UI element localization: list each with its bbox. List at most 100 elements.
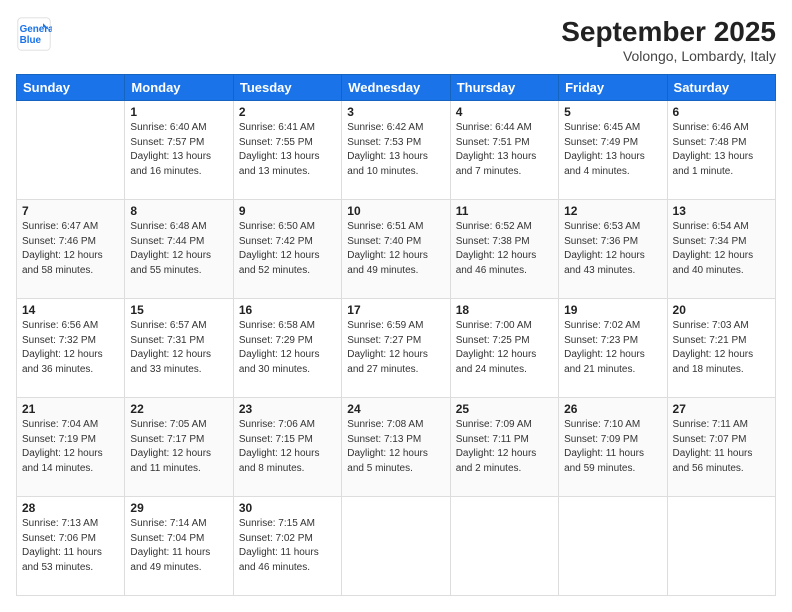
day-info: Sunrise: 6:56 AM Sunset: 7:32 PM Dayligh… — [22, 319, 119, 377]
day-number: 27 — [673, 402, 770, 416]
day-header-wednesday: Wednesday — [342, 75, 450, 101]
day-header-friday: Friday — [559, 75, 667, 101]
calendar-cell: 14 Sunrise: 6:56 AM Sunset: 7:32 PM Dayli… — [17, 299, 125, 398]
day-number: 14 — [22, 303, 119, 317]
calendar-cell: 21 Sunrise: 7:04 AM Sunset: 7:19 PM Dayli… — [17, 398, 125, 497]
calendar-cell: 13 Sunrise: 6:54 AM Sunset: 7:34 PM Dayli… — [667, 200, 775, 299]
calendar-week-1: 1Sunrise: 6:40 AM Sunset: 7:57 PM Daylig… — [17, 101, 776, 200]
day-info: Sunrise: 7:06 AM Sunset: 7:15 PM Dayligh… — [239, 418, 336, 476]
logo: General Blue — [16, 16, 52, 52]
day-number: 4 — [456, 105, 553, 119]
day-info: Sunrise: 7:11 AM Sunset: 7:07 PM Dayligh… — [673, 418, 770, 476]
calendar-week-3: 14 Sunrise: 6:56 AM Sunset: 7:32 PM Dayli… — [17, 299, 776, 398]
calendar-cell: 9 Sunrise: 6:50 AM Sunset: 7:42 PM Daylig… — [233, 200, 341, 299]
day-info: Sunrise: 6:58 AM Sunset: 7:29 PM Dayligh… — [239, 319, 336, 377]
day-number: 15 — [130, 303, 227, 317]
day-number: 24 — [347, 402, 444, 416]
calendar-week-5: 28 Sunrise: 7:13 AM Sunset: 7:06 PM Dayli… — [17, 497, 776, 596]
calendar-cell: 25Sunrise: 7:09 AM Sunset: 7:11 PM Dayli… — [450, 398, 558, 497]
page-header: General Blue September 2025 Volongo, Lom… — [16, 16, 776, 64]
calendar-cell: 18 Sunrise: 7:00 AM Sunset: 7:25 PM Dayli… — [450, 299, 558, 398]
day-number: 19 — [564, 303, 661, 317]
calendar-cell: 27 Sunrise: 7:11 AM Sunset: 7:07 PM Dayli… — [667, 398, 775, 497]
day-number: 17 — [347, 303, 444, 317]
calendar-cell: 22Sunrise: 7:05 AM Sunset: 7:17 PM Dayli… — [125, 398, 233, 497]
calendar-cell: 2Sunrise: 6:41 AM Sunset: 7:55 PM Daylig… — [233, 101, 341, 200]
day-number: 29 — [130, 501, 227, 515]
calendar-week-4: 21 Sunrise: 7:04 AM Sunset: 7:19 PM Dayli… — [17, 398, 776, 497]
day-header-tuesday: Tuesday — [233, 75, 341, 101]
day-number: 9 — [239, 204, 336, 218]
calendar-cell — [667, 497, 775, 596]
day-info: Sunrise: 6:50 AM Sunset: 7:42 PM Dayligh… — [239, 220, 336, 278]
calendar-cell: 3 Sunrise: 6:42 AM Sunset: 7:53 PM Daylig… — [342, 101, 450, 200]
day-number: 7 — [22, 204, 119, 218]
calendar-cell: 16Sunrise: 6:58 AM Sunset: 7:29 PM Dayli… — [233, 299, 341, 398]
calendar-cell: 12 Sunrise: 6:53 AM Sunset: 7:36 PM Dayli… — [559, 200, 667, 299]
day-number: 12 — [564, 204, 661, 218]
calendar-cell: 15 Sunrise: 6:57 AM Sunset: 7:31 PM Dayli… — [125, 299, 233, 398]
day-info: Sunrise: 6:51 AM Sunset: 7:40 PM Dayligh… — [347, 220, 444, 278]
day-info: Sunrise: 7:00 AM Sunset: 7:25 PM Dayligh… — [456, 319, 553, 377]
day-number: 11 — [456, 204, 553, 218]
calendar-cell — [17, 101, 125, 200]
day-number: 6 — [673, 105, 770, 119]
day-info: Sunrise: 6:59 AM Sunset: 7:27 PM Dayligh… — [347, 319, 444, 377]
calendar-cell: 20 Sunrise: 7:03 AM Sunset: 7:21 PM Dayli… — [667, 299, 775, 398]
day-number: 25 — [456, 402, 553, 416]
location: Volongo, Lombardy, Italy — [561, 48, 776, 64]
calendar-cell: 26Sunrise: 7:10 AM Sunset: 7:09 PM Dayli… — [559, 398, 667, 497]
day-number: 8 — [130, 204, 227, 218]
calendar-cell — [559, 497, 667, 596]
calendar-table: SundayMondayTuesdayWednesdayThursdayFrid… — [16, 74, 776, 596]
calendar-cell: 30 Sunrise: 7:15 AM Sunset: 7:02 PM Dayli… — [233, 497, 341, 596]
calendar-cell: 1Sunrise: 6:40 AM Sunset: 7:57 PM Daylig… — [125, 101, 233, 200]
day-info: Sunrise: 6:52 AM Sunset: 7:38 PM Dayligh… — [456, 220, 553, 278]
calendar-cell — [450, 497, 558, 596]
svg-text:General: General — [20, 24, 52, 35]
day-number: 2 — [239, 105, 336, 119]
day-header-saturday: Saturday — [667, 75, 775, 101]
calendar-cell: 10Sunrise: 6:51 AM Sunset: 7:40 PM Dayli… — [342, 200, 450, 299]
day-info: Sunrise: 6:54 AM Sunset: 7:34 PM Dayligh… — [673, 220, 770, 278]
day-info: Sunrise: 6:57 AM Sunset: 7:31 PM Dayligh… — [130, 319, 227, 377]
calendar-cell: 28 Sunrise: 7:13 AM Sunset: 7:06 PM Dayli… — [17, 497, 125, 596]
day-number: 22 — [130, 402, 227, 416]
day-info: Sunrise: 7:15 AM Sunset: 7:02 PM Dayligh… — [239, 517, 336, 575]
day-number: 21 — [22, 402, 119, 416]
day-number: 23 — [239, 402, 336, 416]
day-header-monday: Monday — [125, 75, 233, 101]
calendar-cell: 4 Sunrise: 6:44 AM Sunset: 7:51 PM Daylig… — [450, 101, 558, 200]
day-info: Sunrise: 7:02 AM Sunset: 7:23 PM Dayligh… — [564, 319, 661, 377]
day-info: Sunrise: 6:44 AM Sunset: 7:51 PM Dayligh… — [456, 121, 553, 179]
day-number: 28 — [22, 501, 119, 515]
day-number: 13 — [673, 204, 770, 218]
calendar-cell — [342, 497, 450, 596]
day-number: 18 — [456, 303, 553, 317]
day-info: Sunrise: 6:48 AM Sunset: 7:44 PM Dayligh… — [130, 220, 227, 278]
day-info: Sunrise: 6:40 AM Sunset: 7:57 PM Dayligh… — [130, 121, 227, 179]
title-block: September 2025 Volongo, Lombardy, Italy — [561, 16, 776, 64]
calendar-cell: 7Sunrise: 6:47 AM Sunset: 7:46 PM Daylig… — [17, 200, 125, 299]
calendar-header: SundayMondayTuesdayWednesdayThursdayFrid… — [17, 75, 776, 101]
day-info: Sunrise: 7:13 AM Sunset: 7:06 PM Dayligh… — [22, 517, 119, 575]
day-number: 3 — [347, 105, 444, 119]
calendar-cell: 19 Sunrise: 7:02 AM Sunset: 7:23 PM Dayli… — [559, 299, 667, 398]
day-number: 20 — [673, 303, 770, 317]
month-title: September 2025 — [561, 16, 776, 48]
calendar-cell: 17 Sunrise: 6:59 AM Sunset: 7:27 PM Dayli… — [342, 299, 450, 398]
day-info: Sunrise: 6:42 AM Sunset: 7:53 PM Dayligh… — [347, 121, 444, 179]
day-number: 5 — [564, 105, 661, 119]
calendar-cell: 24Sunrise: 7:08 AM Sunset: 7:13 PM Dayli… — [342, 398, 450, 497]
day-info: Sunrise: 7:03 AM Sunset: 7:21 PM Dayligh… — [673, 319, 770, 377]
day-info: Sunrise: 7:04 AM Sunset: 7:19 PM Dayligh… — [22, 418, 119, 476]
day-info: Sunrise: 6:46 AM Sunset: 7:48 PM Dayligh… — [673, 121, 770, 179]
calendar-week-2: 7Sunrise: 6:47 AM Sunset: 7:46 PM Daylig… — [17, 200, 776, 299]
day-header-sunday: Sunday — [17, 75, 125, 101]
calendar-cell: 23 Sunrise: 7:06 AM Sunset: 7:15 PM Dayli… — [233, 398, 341, 497]
calendar-cell: 8 Sunrise: 6:48 AM Sunset: 7:44 PM Daylig… — [125, 200, 233, 299]
day-number: 30 — [239, 501, 336, 515]
day-header-thursday: Thursday — [450, 75, 558, 101]
day-info: Sunrise: 6:53 AM Sunset: 7:36 PM Dayligh… — [564, 220, 661, 278]
calendar-cell: 11 Sunrise: 6:52 AM Sunset: 7:38 PM Dayli… — [450, 200, 558, 299]
